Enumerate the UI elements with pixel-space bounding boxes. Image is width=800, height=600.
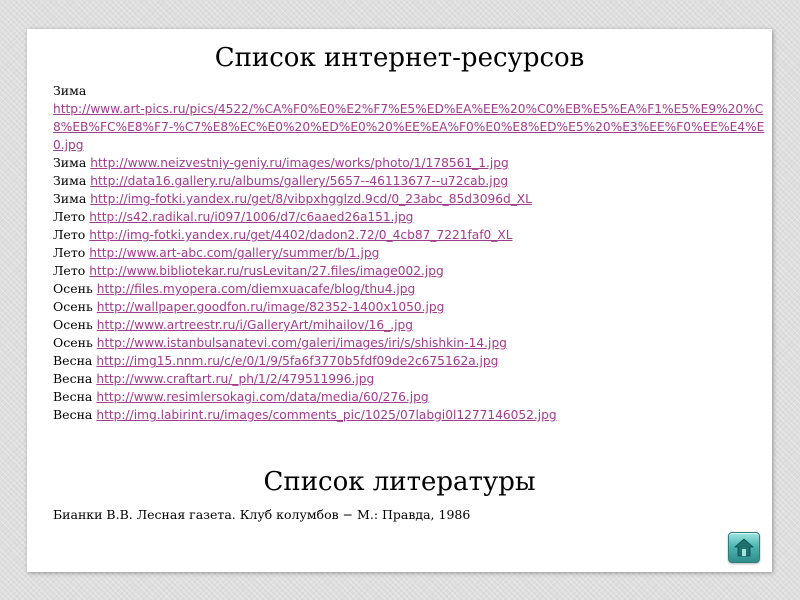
resource-link[interactable]: http://www.istanbulsanatevi.com/galeri/i…	[97, 336, 507, 350]
home-icon	[734, 538, 754, 557]
season-label: Лето	[53, 209, 86, 224]
resource-item: Зима http://www.art-pics.ru/pics/4522/%C…	[53, 82, 765, 154]
resource-item: Весна http://www.resimlersokagi.com/data…	[53, 388, 765, 406]
season-label: Зима	[53, 83, 87, 98]
season-label: Зима	[53, 191, 87, 206]
resource-link[interactable]: http://www.bibliotekar.ru/rusLevitan/27.…	[89, 264, 443, 278]
season-label: Лето	[53, 263, 86, 278]
season-label: Осень	[53, 335, 93, 350]
resource-link[interactable]: http://www.resimlersokagi.com/data/media…	[96, 390, 428, 404]
season-label: Осень	[53, 317, 93, 332]
resource-link[interactable]: http://www.art-abc.com/gallery/summer/b/…	[89, 246, 379, 260]
resource-link[interactable]: http://www.artreestr.ru/i/GalleryArt/mih…	[97, 318, 413, 332]
resource-item: Осень http://www.artreestr.ru/i/GalleryA…	[53, 316, 765, 334]
resource-item: Весна http://img15.nnm.ru/c/e/0/1/9/5fa6…	[53, 352, 765, 370]
resource-item: Лето http://s42.radikal.ru/i097/1006/d7/…	[53, 208, 765, 226]
resources-title: Список интернет-ресурсов	[214, 43, 585, 73]
resource-item: Осень http://wallpaper.goodfon.ru/image/…	[53, 298, 765, 316]
resource-item: Лето http://img-fotki.yandex.ru/get/4402…	[53, 226, 765, 244]
resource-item: Зима http://www.neizvestniy-geniy.ru/ima…	[53, 154, 765, 172]
season-label: Осень	[53, 299, 93, 314]
resource-item: Осень http://www.istanbulsanatevi.com/ga…	[53, 334, 765, 352]
resource-link[interactable]: http://img-fotki.yandex.ru/get/4402/dado…	[89, 228, 512, 242]
season-label: Весна	[53, 407, 93, 422]
resource-item: Зима http://data16.gallery.ru/albums/gal…	[53, 172, 765, 190]
resource-item: Весна http://www.craftart.ru/_ph/1/2/479…	[53, 370, 765, 388]
resource-link[interactable]: http://wallpaper.goodfon.ru/image/82352-…	[97, 300, 445, 314]
resource-link[interactable]: http://img-fotki.yandex.ru/get/8/vibpxhg…	[90, 192, 532, 206]
resource-link[interactable]: http://img.labirint.ru/images/comments_p…	[96, 408, 556, 422]
resource-item: Лето http://www.art-abc.com/gallery/summ…	[53, 244, 765, 262]
season-label: Зима	[53, 173, 87, 188]
season-label: Зима	[53, 155, 87, 170]
resource-item: Осень http://files.myopera.com/diemxuaca…	[53, 280, 765, 298]
season-label: Весна	[53, 353, 93, 368]
resource-item: Весна http://img.labirint.ru/images/comm…	[53, 406, 765, 424]
resource-item: Лето http://www.bibliotekar.ru/rusLevita…	[53, 262, 765, 280]
season-label: Весна	[53, 371, 93, 386]
resource-list: Зима http://www.art-pics.ru/pics/4522/%C…	[53, 82, 765, 424]
season-label: Осень	[53, 281, 93, 296]
season-label: Лето	[53, 245, 86, 260]
resource-link[interactable]: http://s42.radikal.ru/i097/1006/d7/c6aae…	[89, 210, 413, 224]
season-label: Лето	[53, 227, 86, 242]
resource-link[interactable]: http://img15.nnm.ru/c/e/0/1/9/5fa6f3770b…	[96, 354, 498, 368]
resource-item: Зима http://img-fotki.yandex.ru/get/8/vi…	[53, 190, 765, 208]
resource-link[interactable]: http://files.myopera.com/diemxuacafe/blo…	[97, 282, 415, 296]
season-label: Весна	[53, 389, 93, 404]
literature-entry: Бианки В.В. Лесная газета. Клуб колумбов…	[53, 507, 471, 522]
resource-link[interactable]: http://data16.gallery.ru/albums/gallery/…	[90, 174, 508, 188]
literature-title: Список литературы	[263, 467, 536, 497]
home-button[interactable]	[728, 532, 760, 563]
resource-link[interactable]: http://www.art-pics.ru/pics/4522/%CA%F0%…	[53, 100, 765, 154]
resource-link[interactable]: http://www.craftart.ru/_ph/1/2/479511996…	[96, 372, 374, 386]
slide: Список интернет-ресурсов Зима http://www…	[27, 29, 772, 572]
resource-link[interactable]: http://www.neizvestniy-geniy.ru/images/w…	[90, 156, 508, 170]
